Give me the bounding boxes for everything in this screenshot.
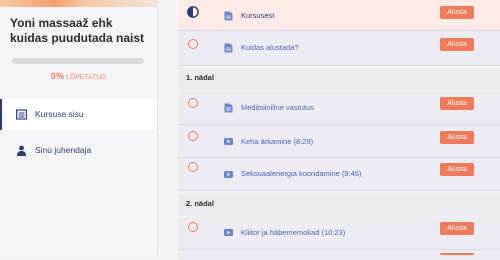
course-image	[0, 0, 157, 7]
status-circle-icon	[188, 98, 198, 108]
start-button[interactable]: Alusta	[440, 6, 474, 19]
start-button[interactable]: Alusta	[440, 163, 474, 176]
start-button[interactable]: Alusta	[440, 97, 474, 110]
course-title: Yoni massaaž ehk kuidas puudutada naist	[10, 16, 145, 45]
lesson-title: Seksuaalenergia koondamine (9:46)	[241, 169, 362, 178]
lesson-title: Kursusest	[241, 11, 275, 20]
start-button[interactable]: Alusta	[440, 38, 474, 51]
status-circle-icon	[188, 39, 198, 49]
lesson-title: Kuidas alustada?	[241, 43, 299, 52]
section-header: 1. nädal	[178, 68, 500, 90]
lesson-row[interactable]: Meditsiiniline vastutus Alusta	[178, 91, 500, 125]
nav-instructor[interactable]: Sinu juhendaja	[0, 135, 157, 166]
section-title: 1. nädal	[186, 73, 214, 82]
lesson-row[interactable]: Kuidas alustada? Alusta	[178, 31, 500, 66]
status-circle-icon	[188, 162, 198, 172]
curriculum-list: Kursusest Alusta Kuidas alustada? Alusta…	[178, 0, 500, 260]
lesson-row[interactable]	[178, 250, 500, 260]
status-circle-icon	[188, 222, 198, 232]
video-icon	[224, 138, 233, 145]
course-sidebar: Yoni massaaž ehk kuidas puudutada naist …	[0, 0, 158, 255]
list-icon	[16, 109, 27, 120]
half-circle-icon	[187, 6, 199, 18]
lesson-row[interactable]: Kursusest Alusta	[178, 0, 500, 31]
section-header: 2. nädal	[178, 194, 500, 216]
start-button[interactable]: Alusta	[440, 222, 474, 235]
progress-label: LÕPETATUD	[66, 74, 107, 81]
nav-course-content[interactable]: Kursuse sisu	[0, 99, 157, 130]
section-title: 2. nädal	[186, 199, 214, 208]
video-icon	[224, 171, 233, 178]
status-circle-icon	[188, 131, 198, 141]
lesson-title: Keha ärkamine (8:29)	[241, 137, 314, 146]
nav-instructor-label: Sinu juhendaja	[35, 145, 92, 155]
nav-course-content-label: Kursuse sisu	[35, 109, 84, 119]
document-icon	[224, 103, 233, 113]
user-icon	[17, 145, 26, 156]
lesson-row[interactable]: Keha ärkamine (8:29) Alusta	[178, 125, 500, 158]
lesson-row[interactable]: Seksuaalenergia koondamine (9:46) Alusta	[178, 158, 500, 191]
video-icon	[224, 229, 233, 236]
document-icon	[224, 43, 233, 53]
lesson-title: Kliitor ja häbememokad (10:23)	[241, 228, 346, 237]
lesson-title: Meditsiiniline vastutus	[241, 103, 314, 112]
start-button[interactable]: Alusta	[440, 131, 474, 144]
lesson-row[interactable]: Kliitor ja häbememokad (10:23) Alusta	[178, 217, 500, 250]
document-icon	[224, 11, 233, 21]
progress-text: 0% LÕPETATUD	[0, 71, 157, 81]
progress-bar	[12, 58, 144, 64]
progress-percent: 0%	[50, 71, 65, 81]
